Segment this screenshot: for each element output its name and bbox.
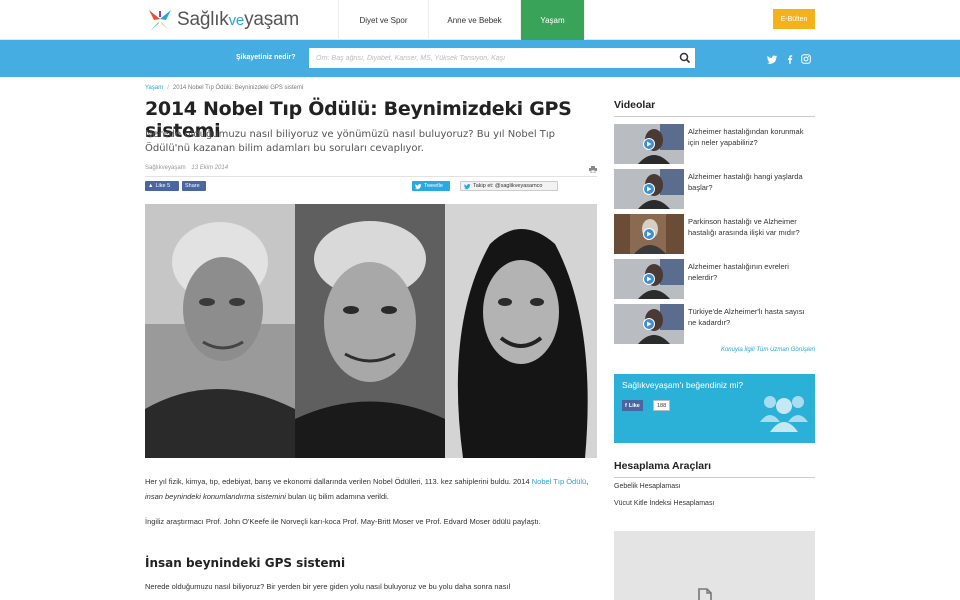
facebook-icon[interactable] [783,52,797,66]
paragraph-text: , [586,477,589,486]
video-thumbnail[interactable] [614,169,684,209]
facebook-share-button[interactable]: Share [182,181,206,191]
site-logo[interactable]: Sağlıkveyaşam [146,6,299,34]
article-author[interactable]: Sağlıkveyaşam [145,165,186,171]
like-box-button-label: Like [628,402,640,409]
people-icon [760,396,808,432]
print-icon[interactable] [589,166,597,173]
instagram-icon[interactable] [799,52,813,66]
tweet-label: Tweetle [424,183,443,189]
twitter-follow-button[interactable]: Takip et: @saglikveyasamco [460,181,558,191]
nav-item-empty [584,0,774,40]
like-box-title: Sağlıkveyaşam'ı beğendiniz mi? [622,380,744,390]
article-paragraph-3: Nerede olduğumuzu nasıl biliyoruz? Bir y… [145,582,511,591]
article-paragraph-2: İngiliz araştırmacı Prof. John O'Keefe i… [145,517,541,526]
tools-divider [614,477,815,478]
breadcrumb: Yaşam /2014 Nobel Tıp Ödülü: Beyninizdeki… [145,85,303,91]
video-title[interactable]: Alzheimer hastalığından korunmak için ne… [688,126,813,148]
video-thumbnail[interactable] [614,214,684,254]
search-icon[interactable] [678,51,692,65]
video-item[interactable]: Alzheimer hastalığından korunmak için ne… [614,124,815,164]
main-nav: Diyet ve Spor Anne ve Bebek Yaşam [338,0,774,40]
search-bar: Şikayetiniz nedir? [0,40,960,77]
nobel-link[interactable]: Nobel Tıp Ödülü [532,477,586,486]
twitter-icon[interactable] [765,52,779,66]
video-item[interactable]: Türkiye'de Alzheimer'lı hasta sayısı ne … [614,304,815,344]
video-title[interactable]: Parkinson hastalığı ve Alzheimer hastalı… [688,216,813,238]
logo-icon [149,10,171,31]
video-thumbnail[interactable] [614,304,684,344]
paragraph-text: bulan üç bilim adamına verildi. [285,492,389,501]
twitter-bird-icon [464,183,471,189]
ad-placeholder [614,531,815,600]
meta-divider [145,176,597,177]
like-box-button[interactable]: f Like [622,400,643,411]
video-thumbnail[interactable] [614,259,684,299]
paragraph-text: Her yıl fizik, kimya, tıp, edebiyat, bar… [145,477,532,486]
facebook-like-box: Sağlıkveyaşam'ı beğendiniz mi? f Like 188 [614,374,815,443]
article-subheading: İnsan beynindeki GPS sistemi [145,556,346,570]
search-label: Şikayetiniz nedir? [236,54,296,61]
document-icon [698,588,712,600]
like-label: Like 5 [155,183,171,189]
article-lede: Nerede olduğumuzu nasıl biliyoruz ve yön… [145,129,556,154]
more-expert-opinions-link[interactable]: Konuyla İlgili Tüm Uzman Görüşleri [614,347,815,353]
video-title[interactable]: Alzheimer hastalığı hangi yaşlarda başla… [688,171,813,193]
nav-item-yasam[interactable]: Yaşam [520,0,584,40]
video-title[interactable]: Türkiye'de Alzheimer'lı hasta sayısı ne … [688,306,813,328]
facebook-like-button[interactable]: ▲ Like 5 [145,181,179,191]
breadcrumb-separator: / [167,85,169,91]
ebulten-button[interactable]: E-Bülten [773,9,815,29]
videos-divider [614,116,815,117]
pregnancy-calculator-link[interactable]: Gebelik Hesaplaması [614,483,681,490]
like-count: 188 [653,400,671,411]
article-paragraph-1: Her yıl fizik, kimya, tıp, edebiyat, bar… [145,474,595,504]
breadcrumb-current: 2014 Nobel Tıp Ödülü: Beyninizdeki GPS s… [172,85,304,91]
article-meta: Sağlıkveyaşam 13 Ekim 2014 [145,165,228,171]
video-item[interactable]: Alzheimer hastalığı hangi yaşlarda başla… [614,169,815,209]
nav-item-anne-ve-bebek[interactable]: Anne ve Bebek [428,0,520,40]
nav-item-diyet-ve-spor[interactable]: Diyet ve Spor [338,0,428,40]
search-input[interactable] [309,48,695,68]
bmi-calculator-link[interactable]: Vücut Kitle İndeksi Hesaplaması [614,500,714,507]
video-item[interactable]: Parkinson hastalığı ve Alzheimer hastalı… [614,214,815,254]
breadcrumb-section-link[interactable]: Yaşam [145,85,163,91]
follow-label: Takip et: @saglikveyasamco [473,183,543,189]
tweet-button[interactable]: Tweetle [412,181,450,191]
logo-text: Sağlıkveyaşam [177,9,300,30]
videos-heading: Videolar [614,99,656,111]
facebook-f-icon: f [625,402,627,409]
video-item[interactable]: Alzheimer hastalığının evreleri nelerdir… [614,259,815,299]
article-photo [145,204,597,458]
thumbs-up-icon: ▲ [148,183,154,189]
twitter-bird-icon [415,183,422,189]
video-title[interactable]: Alzheimer hastalığının evreleri nelerdir… [688,261,813,283]
video-thumbnail[interactable] [614,124,684,164]
article-date: 13 Ekim 2014 [191,165,229,171]
paragraph-italic-text: insan beynindeki konumlandırma sistemini [145,492,286,501]
top-header: Sağlıkveyaşam Diyet ve Spor Anne ve Bebe… [0,0,960,40]
tools-heading: Hesaplama Araçları [614,460,712,472]
